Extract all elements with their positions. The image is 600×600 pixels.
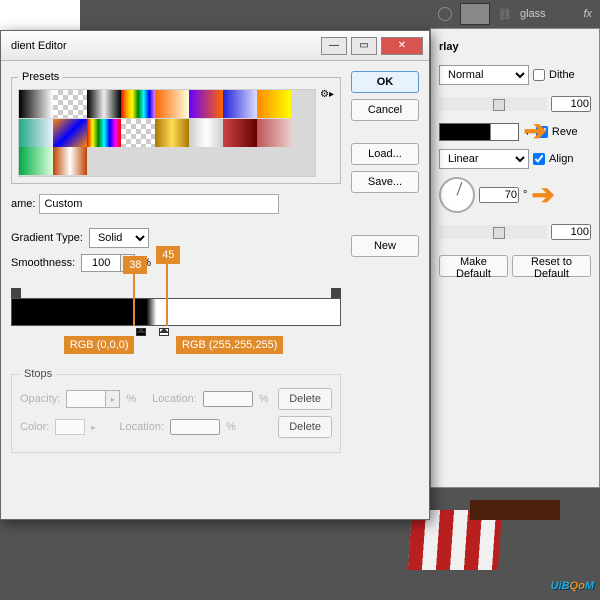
new-button[interactable]: New	[351, 235, 419, 257]
dialog-title: dient Editor	[7, 40, 317, 52]
preset-swatch[interactable]	[87, 90, 121, 118]
opacity-input[interactable]	[551, 96, 591, 112]
color-stop-black[interactable]	[136, 328, 146, 340]
reset-default-button[interactable]: Reset to Default	[512, 255, 591, 277]
preset-swatch[interactable]	[189, 119, 223, 147]
ok-button[interactable]: OK	[351, 71, 419, 93]
presets-menu-icon[interactable]: ⚙▸	[320, 89, 334, 100]
angle-dial[interactable]	[439, 177, 475, 213]
smoothness-label: Smoothness:	[11, 257, 75, 269]
preset-swatch[interactable]	[19, 119, 53, 147]
angle-input[interactable]	[479, 187, 519, 203]
gradient-editor-dialog: dient Editor — ▭ ✕ Presets ⚙▸ ame: Gradi…	[0, 30, 430, 520]
link-icon[interactable]: ⛓	[498, 8, 512, 21]
opacity-location-input	[203, 391, 253, 407]
location-label: Location:	[152, 393, 197, 405]
layers-panel: ⛓ glass fx	[430, 0, 600, 28]
close-button[interactable]: ✕	[381, 37, 423, 55]
opacity-stop[interactable]	[11, 288, 21, 298]
opacity-slider[interactable]	[439, 97, 547, 111]
preset-swatch[interactable]	[53, 147, 87, 175]
stops-title: Stops	[20, 368, 56, 380]
opacity-stop-label: Opacity:	[20, 393, 60, 405]
color-stop-label: Color:	[20, 421, 49, 433]
style-select[interactable]: Linear	[439, 149, 529, 169]
preset-swatch[interactable]	[155, 90, 189, 118]
align-checkbox[interactable]	[533, 153, 545, 165]
opacity-stop-input	[66, 390, 106, 408]
delete-color-stop-button: Delete	[278, 416, 332, 438]
opacity-stop[interactable]	[331, 288, 341, 298]
annotation-arrow-icon: ➔	[531, 181, 554, 209]
preset-swatch[interactable]	[53, 119, 87, 147]
panel-title: rlay	[439, 41, 591, 53]
dialog-titlebar[interactable]: dient Editor — ▭ ✕	[1, 31, 429, 61]
gradient-type-select[interactable]: Solid	[89, 228, 149, 248]
save-button[interactable]: Save...	[351, 171, 419, 193]
dither-label: Dithe	[549, 69, 575, 81]
watermark: UiBQoM	[551, 573, 594, 594]
scale-slider[interactable]	[439, 225, 547, 239]
make-default-button[interactable]: Make Default	[439, 255, 508, 277]
dither-checkbox[interactable]	[533, 69, 545, 81]
fx-badge[interactable]: fx	[583, 8, 592, 20]
annotation-45: 45	[156, 246, 180, 264]
stops-group: Stops Opacity: ▸ % Location: % Delete Co…	[11, 368, 341, 453]
maximize-button[interactable]: ▭	[351, 37, 377, 55]
load-button[interactable]: Load...	[351, 143, 419, 165]
preset-swatch[interactable]	[19, 90, 53, 118]
smoothness-input[interactable]	[81, 254, 121, 272]
preset-swatch[interactable]	[121, 90, 155, 118]
visibility-icon[interactable]	[438, 7, 452, 21]
background-artwork	[470, 500, 560, 520]
scale-input[interactable]	[551, 224, 591, 240]
name-input[interactable]	[39, 194, 279, 214]
presets-label: Presets	[18, 71, 63, 83]
preset-swatch[interactable]	[223, 119, 257, 147]
delete-opacity-stop-button: Delete	[278, 388, 332, 410]
layer-name[interactable]: glass	[520, 8, 583, 20]
annotation-rgb-white: RGB (255,255,255)	[176, 336, 283, 354]
preset-swatch[interactable]	[257, 119, 291, 147]
align-label: Align	[549, 153, 573, 165]
cancel-button[interactable]: Cancel	[351, 99, 419, 121]
annotation-arrow-icon: ➔	[524, 117, 547, 145]
layer-thumbnail[interactable]	[460, 3, 490, 25]
preset-swatch[interactable]	[19, 147, 53, 175]
annotation-38: 38	[123, 256, 147, 274]
preset-swatch[interactable]	[257, 90, 291, 118]
blend-mode-select[interactable]: Normal	[439, 65, 529, 85]
name-label: ame:	[11, 198, 35, 210]
gradient-preview[interactable]	[439, 123, 519, 141]
color-location-input	[170, 419, 220, 435]
preset-swatch[interactable]	[189, 90, 223, 118]
presets-list	[18, 89, 316, 177]
gradient-ramp: 38 45 RGB (0,0,0) RGB (255,255,255)	[11, 288, 341, 340]
location-label: Location:	[119, 421, 164, 433]
minimize-button[interactable]: —	[321, 37, 347, 55]
preset-swatch[interactable]	[155, 119, 189, 147]
color-swatch	[55, 419, 85, 435]
presets-group: Presets ⚙▸	[11, 71, 341, 184]
preset-swatch[interactable]	[53, 90, 87, 118]
gradient-overlay-panel: rlay Normal Dithe ▼ Reve ➔ Linear Align …	[430, 28, 600, 488]
color-stop-white[interactable]	[159, 328, 169, 340]
annotation-rgb-black: RGB (0,0,0)	[64, 336, 135, 354]
angle-unit: °	[523, 189, 527, 201]
gradient-bar[interactable]	[11, 298, 341, 326]
preset-swatch[interactable]	[87, 119, 121, 147]
preset-swatch[interactable]	[121, 119, 155, 147]
gradient-type-label: Gradient Type:	[11, 232, 83, 244]
preset-swatch[interactable]	[223, 90, 257, 118]
reverse-label: Reve	[552, 126, 578, 138]
